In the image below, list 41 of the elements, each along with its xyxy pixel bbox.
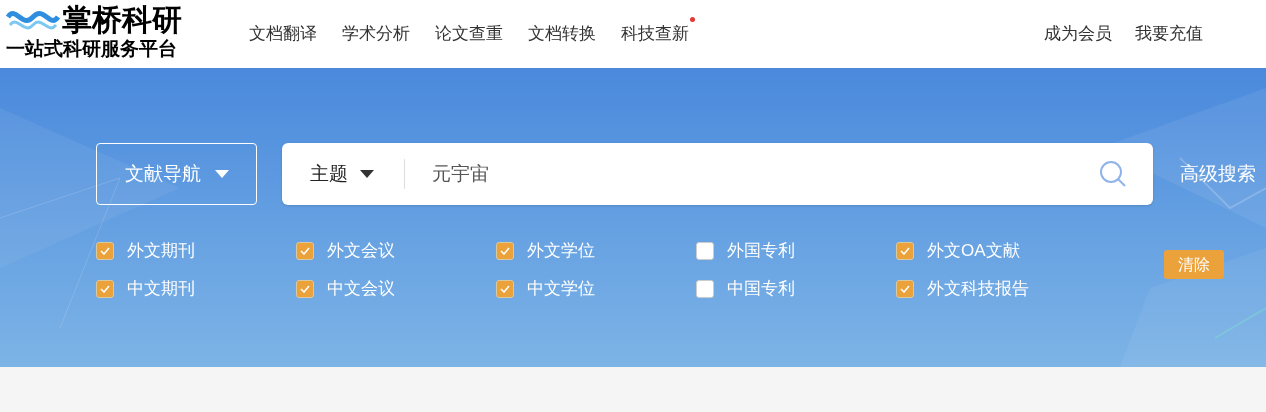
checkbox-label: 外国专利 [727,240,795,263]
checkbox-label: 中文学位 [527,278,595,301]
search-icon[interactable] [1098,159,1128,189]
checkmark-icon [500,285,510,293]
checkbox[interactable] [496,242,514,260]
checkbox-label: 外文学位 [527,240,595,263]
account-link[interactable]: 我要充值 [1135,21,1203,47]
checkmark-icon [300,285,310,293]
checkmark-icon [900,247,910,255]
checkbox[interactable] [696,242,714,260]
caret-icon [360,170,374,178]
checkbox[interactable] [296,280,314,298]
checkbox-label: 外文OA文献 [927,240,1020,263]
checkmark-icon [900,285,910,293]
checkmark-icon [300,247,310,255]
nav-link[interactable]: 文档翻译 [249,21,317,47]
checkbox[interactable] [696,280,714,298]
checkbox[interactable] [296,242,314,260]
nav-link[interactable]: 学术分析 [342,21,410,47]
checkmark-icon [100,247,110,255]
nav-link[interactable]: 科技查新 [621,21,689,47]
checkbox-label: 中文会议 [327,278,395,301]
checkbox-label: 中国专利 [727,278,795,301]
checkmark-icon [100,285,110,293]
checkbox-label: 外文期刊 [127,240,195,263]
nav-link[interactable]: 论文查重 [435,21,503,47]
logo-tagline: 一站式科研服务平台 [6,38,178,58]
logo-text: 掌桥科研 [62,4,182,35]
caret-icon [214,170,229,178]
checkbox[interactable] [896,242,914,260]
checkmark-icon [500,247,510,255]
search-type-dropdown[interactable]: 主题 [310,159,374,189]
checkbox-label: 中文期刊 [127,278,195,301]
checkbox-label: 外文会议 [327,240,395,263]
checkbox[interactable] [896,280,914,298]
checkbox-label: 外文科技报告 [927,278,1029,301]
checkbox[interactable] [496,280,514,298]
nav-link[interactable]: 文档转换 [528,21,596,47]
checkbox[interactable] [96,280,114,298]
account-link[interactable]: 成为会员 [1044,21,1112,47]
checkbox[interactable] [96,242,114,260]
